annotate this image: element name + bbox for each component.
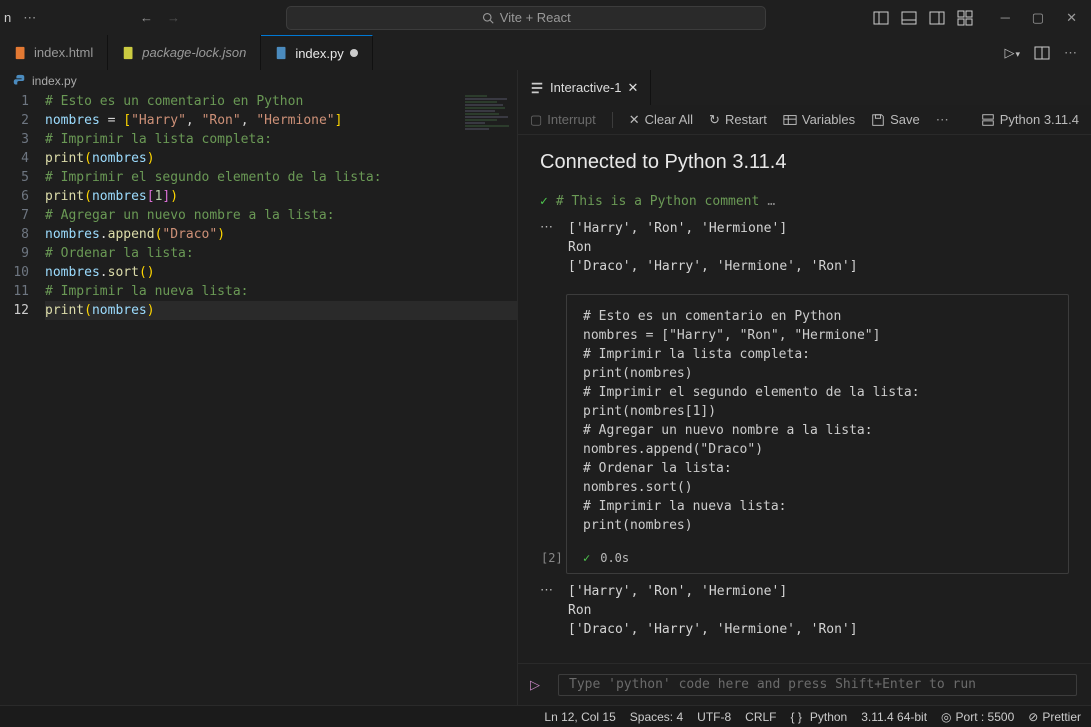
cancel-icon: ⊘	[1028, 710, 1038, 724]
app-menu-label[interactable]: n	[4, 10, 11, 25]
editor-tab-bar: index.html package-lock.json index.py ▷▾ ⋯	[0, 35, 1091, 70]
panel-tab-interactive[interactable]: Interactive-1 ✕	[518, 70, 651, 105]
layout-customize-icon[interactable]	[957, 10, 973, 26]
command-center[interactable]: Vite + React	[286, 6, 766, 30]
breadcrumb-label: index.py	[32, 74, 77, 88]
code-editor[interactable]: 123456789101112 # Esto es un comentario …	[0, 92, 517, 705]
panel-tab-label: Interactive-1	[550, 80, 622, 95]
window-maximize-icon[interactable]: ▢	[1032, 10, 1044, 26]
python-icon	[12, 74, 26, 88]
variables-icon	[783, 113, 797, 127]
variables-button[interactable]: Variables	[783, 112, 855, 127]
layout-primary-icon[interactable]	[873, 10, 889, 26]
clear-icon: ✕	[629, 112, 640, 128]
tab-label: index.py	[295, 46, 343, 61]
minimap[interactable]	[465, 94, 515, 174]
window-minimize-icon[interactable]: ─	[1001, 10, 1010, 25]
run-cell-icon[interactable]: ▷	[530, 677, 540, 693]
breadcrumb[interactable]: index.py	[0, 70, 517, 92]
close-icon[interactable]: ✕	[628, 80, 639, 96]
editor-tab-actions: ▷▾ ⋯	[990, 35, 1091, 70]
editor-tab[interactable]: index.py	[261, 35, 372, 70]
editor-tab[interactable]: index.html	[0, 35, 108, 70]
status-bar: Ln 12, Col 15 Spaces: 4 UTF-8 CRLF { }Py…	[0, 705, 1091, 727]
status-eol[interactable]: CRLF	[745, 710, 776, 724]
run-icon[interactable]: ▷▾	[1004, 45, 1020, 61]
status-language[interactable]: { }Python	[791, 710, 848, 724]
panel-tab-bar: Interactive-1 ✕	[518, 70, 1091, 105]
cell-index: [2]	[541, 551, 563, 565]
html-icon	[14, 46, 28, 60]
status-encoding[interactable]: UTF-8	[697, 710, 731, 724]
panel-toolbar: ▢Interrupt ✕Clear All ↻Restart Variables…	[518, 105, 1091, 135]
tab-label: index.html	[34, 45, 93, 60]
editor-tab[interactable]: package-lock.json	[108, 35, 261, 70]
interpreter-picker[interactable]: Python 3.11.4	[981, 112, 1079, 127]
check-icon: ✓	[583, 551, 590, 565]
cell-more-icon[interactable]: ⋯	[540, 219, 555, 235]
stop-icon: ▢	[530, 112, 542, 128]
cell-time: 0.0s	[600, 551, 629, 565]
python-icon	[275, 46, 289, 60]
status-port[interactable]: ◎Port : 5500	[941, 710, 1014, 724]
nav-forward-icon[interactable]: →	[167, 10, 180, 25]
titlebar: n ⋯ ← → Vite + React ─ ▢ ✕	[0, 0, 1091, 35]
panel-more-icon[interactable]: ⋯	[936, 112, 949, 128]
repl-input[interactable]: Type 'python' code here and press Shift+…	[558, 674, 1077, 696]
window-close-icon[interactable]: ✕	[1066, 10, 1077, 26]
interrupt-button: ▢Interrupt	[530, 112, 596, 128]
editor-more-icon[interactable]: ⋯	[1064, 45, 1077, 61]
tab-label: package-lock.json	[142, 45, 246, 60]
repl-input-row: ▷ Type 'python' code here and press Shif…	[518, 663, 1091, 705]
status-indent[interactable]: Spaces: 4	[630, 710, 683, 724]
status-cursor[interactable]: Ln 12, Col 15	[544, 710, 615, 724]
editor-pane: index.py 123456789101112 # Esto es un co…	[0, 70, 517, 705]
status-interpreter[interactable]: 3.11.4 64-bit	[861, 710, 927, 724]
save-button[interactable]: Save	[871, 112, 920, 127]
search-icon	[482, 12, 494, 24]
menu-ellipsis-icon[interactable]: ⋯	[23, 10, 36, 26]
output-block-1: ⋯ ['Harry', 'Ron', 'Hermione'] Ron ['Dra…	[540, 219, 1069, 276]
nav-back-icon[interactable]: ←	[140, 10, 153, 25]
clear-all-button[interactable]: ✕Clear All	[629, 112, 693, 128]
save-icon	[871, 113, 885, 127]
interactive-icon	[530, 81, 544, 95]
broadcast-icon: ◎	[941, 710, 951, 724]
restart-button[interactable]: ↻Restart	[709, 112, 767, 128]
interactive-panel: Interactive-1 ✕ ▢Interrupt ✕Clear All ↻R…	[517, 70, 1091, 705]
dirty-dot-icon	[350, 49, 358, 57]
json-icon	[122, 46, 136, 60]
status-prettier[interactable]: ⊘Prettier	[1028, 710, 1081, 724]
panel-body[interactable]: Connected to Python 3.11.4 ✓ # This is a…	[518, 135, 1091, 663]
connection-heading: Connected to Python 3.11.4	[540, 151, 1069, 174]
code-cell[interactable]: # Esto es un comentario en Python nombre…	[566, 294, 1069, 574]
command-center-label: Vite + React	[500, 10, 571, 25]
first-run-row[interactable]: ✓ # This is a Python comment …	[540, 194, 1069, 209]
layout-panel-icon[interactable]	[901, 10, 917, 26]
split-editor-icon[interactable]	[1034, 45, 1050, 61]
cell-more-icon[interactable]: ⋯	[540, 582, 555, 598]
restart-icon: ↻	[709, 112, 720, 128]
output-block-2: ⋯ ['Harry', 'Ron', 'Hermione'] Ron ['Dra…	[540, 582, 1069, 639]
check-icon: ✓	[540, 194, 548, 209]
server-icon	[981, 113, 995, 127]
layout-secondary-icon[interactable]	[929, 10, 945, 26]
